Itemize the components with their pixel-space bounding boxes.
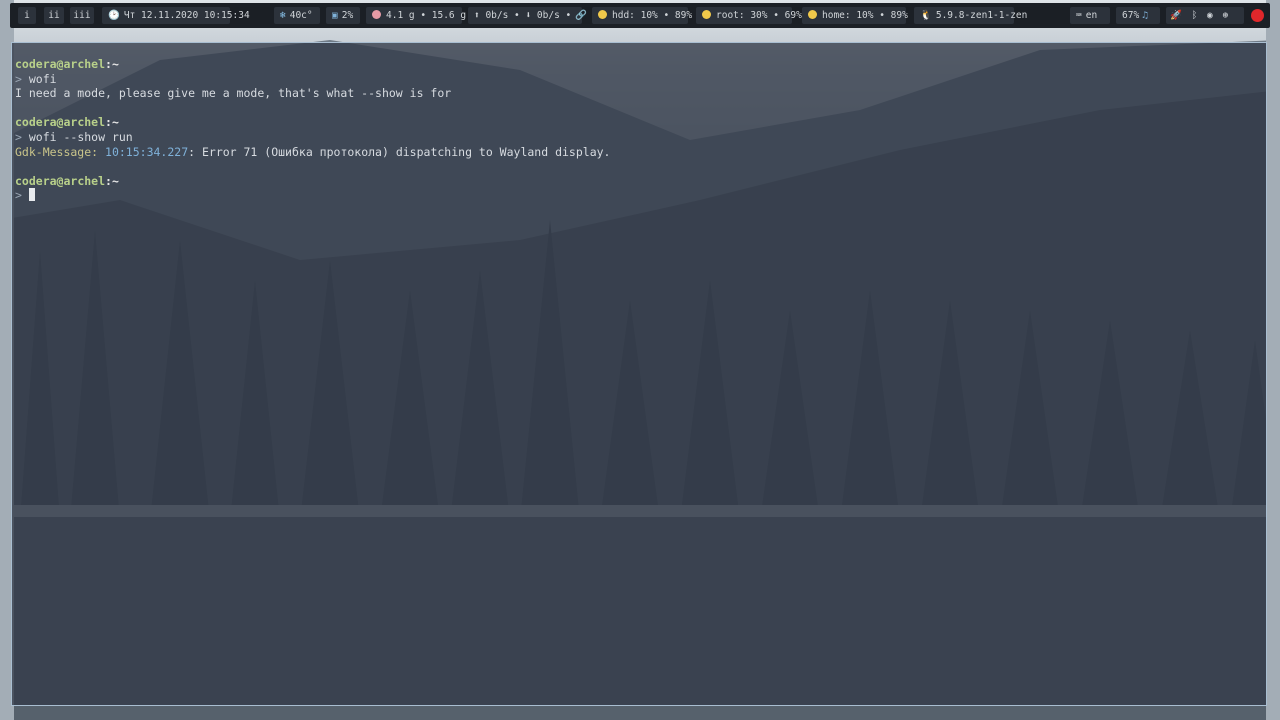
bluetooth-icon[interactable]: ᛒ xyxy=(1192,7,1198,24)
cpu-text: 2% xyxy=(341,10,354,21)
command-line: > wofi --show run xyxy=(15,130,610,145)
command-text: wofi xyxy=(28,71,57,86)
keyboard-layout-text: en xyxy=(1085,10,1098,21)
kernel-module[interactable]: 🐧 5.9.8-zen1-1-zen xyxy=(914,7,1027,24)
memory-module[interactable]: 4.1 g • 15.6 g xyxy=(366,7,466,24)
prompt-host: archel xyxy=(63,115,106,130)
disk-icon xyxy=(702,10,711,19)
temperature-text: 40c° xyxy=(289,10,313,21)
prompt-user: codera xyxy=(15,57,57,71)
text-cursor[interactable] xyxy=(28,188,35,202)
discord-icon[interactable]: ◉ xyxy=(1207,7,1213,24)
rocket-icon[interactable]: 🚀 xyxy=(1170,7,1182,24)
active-command-line[interactable]: > xyxy=(15,188,610,203)
gdk-message-label: Gdk-Message: xyxy=(15,144,99,159)
tux-icon: 🐧 xyxy=(920,10,932,21)
error-text: : Error 71 (Ошибка протокола) dispatchin… xyxy=(188,144,611,159)
music-icon: ♫ xyxy=(1142,10,1148,21)
message-timestamp: 10:15:34.227 xyxy=(105,144,189,159)
link-icon: 🔗 xyxy=(575,10,588,21)
record-icon[interactable] xyxy=(1251,9,1264,22)
disk-icon xyxy=(598,10,607,19)
brain-icon xyxy=(372,10,381,19)
root-text: root: 30% • 69% xyxy=(716,10,802,21)
prompt-user: codera xyxy=(15,173,57,188)
workspace-1-button[interactable]: i xyxy=(18,7,36,24)
cpu-module[interactable]: ▣ 2% xyxy=(326,7,360,24)
clock-icon: 🕑 xyxy=(108,10,120,21)
prompt-path: ~ xyxy=(111,173,119,188)
prompt-user: codera xyxy=(15,115,57,130)
clock-text: Чт 12.11.2020 10:15:34 xyxy=(123,10,250,21)
output-line: I need a mode, please give me a mode, th… xyxy=(15,86,452,101)
prompt-path: ~ xyxy=(111,115,119,130)
terminal-window[interactable]: codera@archel:~ > wofi I need a mode, pl… xyxy=(11,42,1267,706)
terminal-output: codera@archel:~ > wofi I need a mode, pl… xyxy=(15,57,610,203)
temperature-module[interactable]: ❄ 40c° xyxy=(274,7,320,24)
command-text: wofi --show run xyxy=(28,129,133,144)
kernel-text: 5.9.8-zen1-1-zen xyxy=(935,10,1028,21)
top-status-bar: i ii iii 🕑 Чт 12.11.2020 10:15:34 ❄ 40c° ▣… xyxy=(10,3,1270,28)
memory-text: 4.1 g • 15.6 g xyxy=(386,10,467,21)
volume-module[interactable]: 67% ♫ xyxy=(1116,7,1160,24)
workspace-3-button[interactable]: iii xyxy=(70,7,94,24)
hdd-module[interactable]: hdd: 10% • 89% xyxy=(592,7,692,24)
output-line: Gdk-Message: 10:15:34.227: Error 71 (Оши… xyxy=(15,145,610,160)
prompt-host: archel xyxy=(63,57,106,71)
volume-text: 67% xyxy=(1122,10,1140,21)
command-line: > wofi xyxy=(15,72,610,87)
workspace-2-button[interactable]: ii xyxy=(44,7,64,24)
monitor-icon: ▣ xyxy=(332,10,338,21)
keyboard-layout-module[interactable]: ⌨ en xyxy=(1070,7,1110,24)
prompt-line: codera@archel:~ xyxy=(15,57,119,71)
prompt-line: codera@archel:~ xyxy=(15,115,119,130)
system-tray: 🚀 ᛒ ◉ ⊛ xyxy=(1166,7,1244,24)
prompt-path: ~ xyxy=(111,57,119,71)
prompt-host: archel xyxy=(63,173,106,188)
clock-module[interactable]: 🕑 Чт 12.11.2020 10:15:34 xyxy=(102,7,250,24)
home-text: home: 10% • 89% xyxy=(822,10,908,21)
home-module[interactable]: home: 10% • 89% xyxy=(802,7,908,24)
root-module[interactable]: root: 30% • 69% xyxy=(696,7,802,24)
steam-icon[interactable]: ⊛ xyxy=(1222,7,1228,24)
hdd-text: hdd: 10% • 89% xyxy=(612,10,693,21)
network-text: ⬆ 0b/s • ⬇ 0b/s • xyxy=(474,10,572,21)
prompt-symbol: > xyxy=(15,188,22,203)
network-module[interactable]: ⬆ 0b/s • ⬇ 0b/s • 🔗 xyxy=(468,7,587,24)
prompt-line: codera@archel:~ xyxy=(15,173,119,188)
disk-icon xyxy=(808,10,817,19)
keyboard-icon: ⌨ xyxy=(1076,10,1082,21)
prompt-symbol: > xyxy=(15,129,22,144)
prompt-symbol: > xyxy=(15,71,22,86)
snowflake-icon: ❄ xyxy=(280,10,286,21)
